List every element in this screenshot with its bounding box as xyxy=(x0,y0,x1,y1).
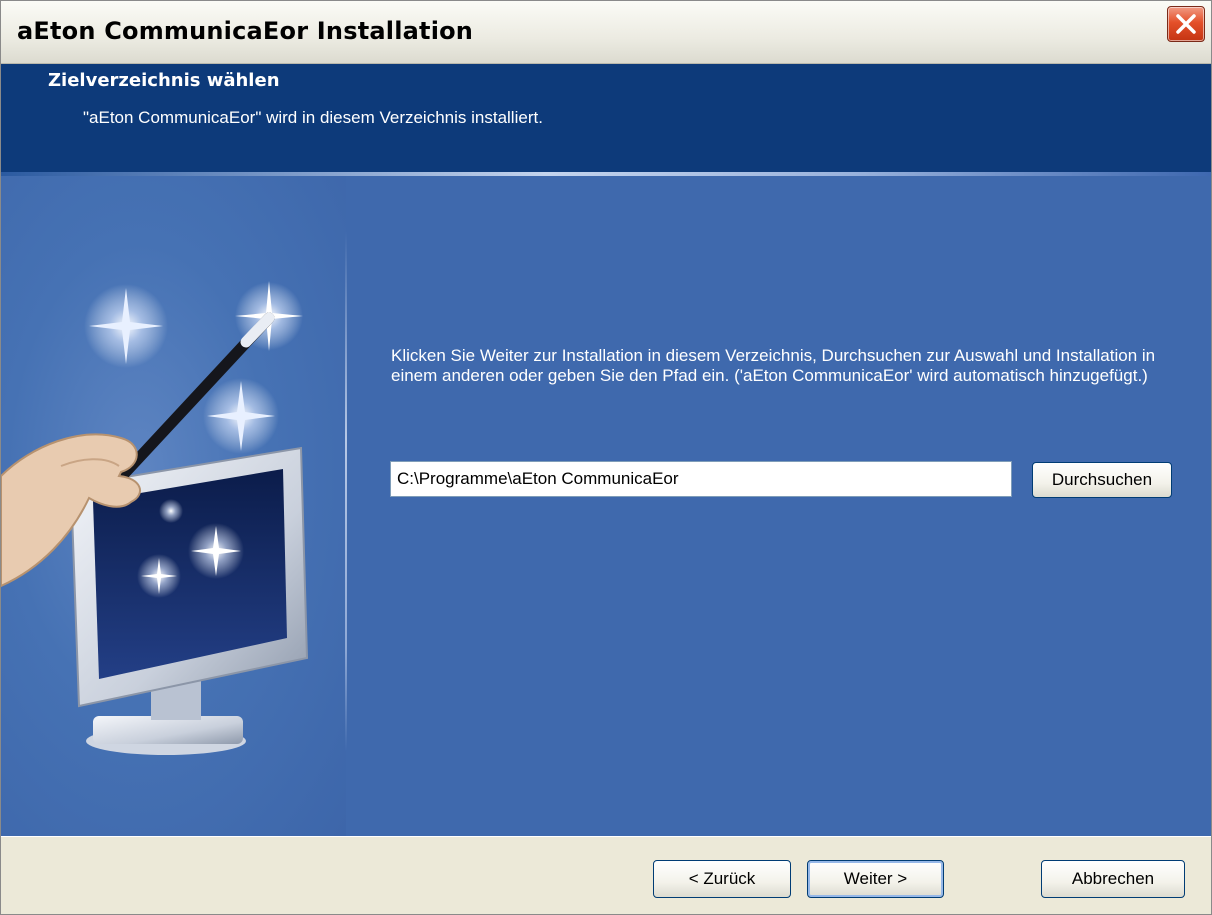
wizard-header: Zielverzeichnis wählen "aEton CommunicaE… xyxy=(1,64,1211,172)
page-subtitle: "aEton CommunicaEor" wird in diesem Verz… xyxy=(83,108,543,127)
wizard-body: Klicken Sie Weiter zur Installation in d… xyxy=(1,176,1211,836)
close-icon xyxy=(1176,14,1196,34)
title-bar[interactable]: aEton CommunicaEor Installation xyxy=(1,1,1211,64)
instruction-text: Klicken Sie Weiter zur Installation in d… xyxy=(391,346,1156,385)
close-button[interactable] xyxy=(1167,6,1205,42)
installer-window: aEton CommunicaEor Installation Zielverz… xyxy=(0,0,1212,915)
install-path-input[interactable] xyxy=(390,461,1012,497)
wizard-footer: < Zurück Weiter > Abbrechen xyxy=(1,836,1211,914)
vertical-divider xyxy=(345,231,347,751)
browse-button[interactable]: Durchsuchen xyxy=(1032,462,1172,498)
cancel-button[interactable]: Abbrechen xyxy=(1041,860,1185,898)
page-title: Zielverzeichnis wählen xyxy=(48,70,280,91)
back-button[interactable]: < Zurück xyxy=(653,860,791,898)
magic-wand-monitor-illustration xyxy=(1,176,346,836)
next-button[interactable]: Weiter > xyxy=(807,860,944,898)
window-title: aEton CommunicaEor Installation xyxy=(17,17,474,45)
